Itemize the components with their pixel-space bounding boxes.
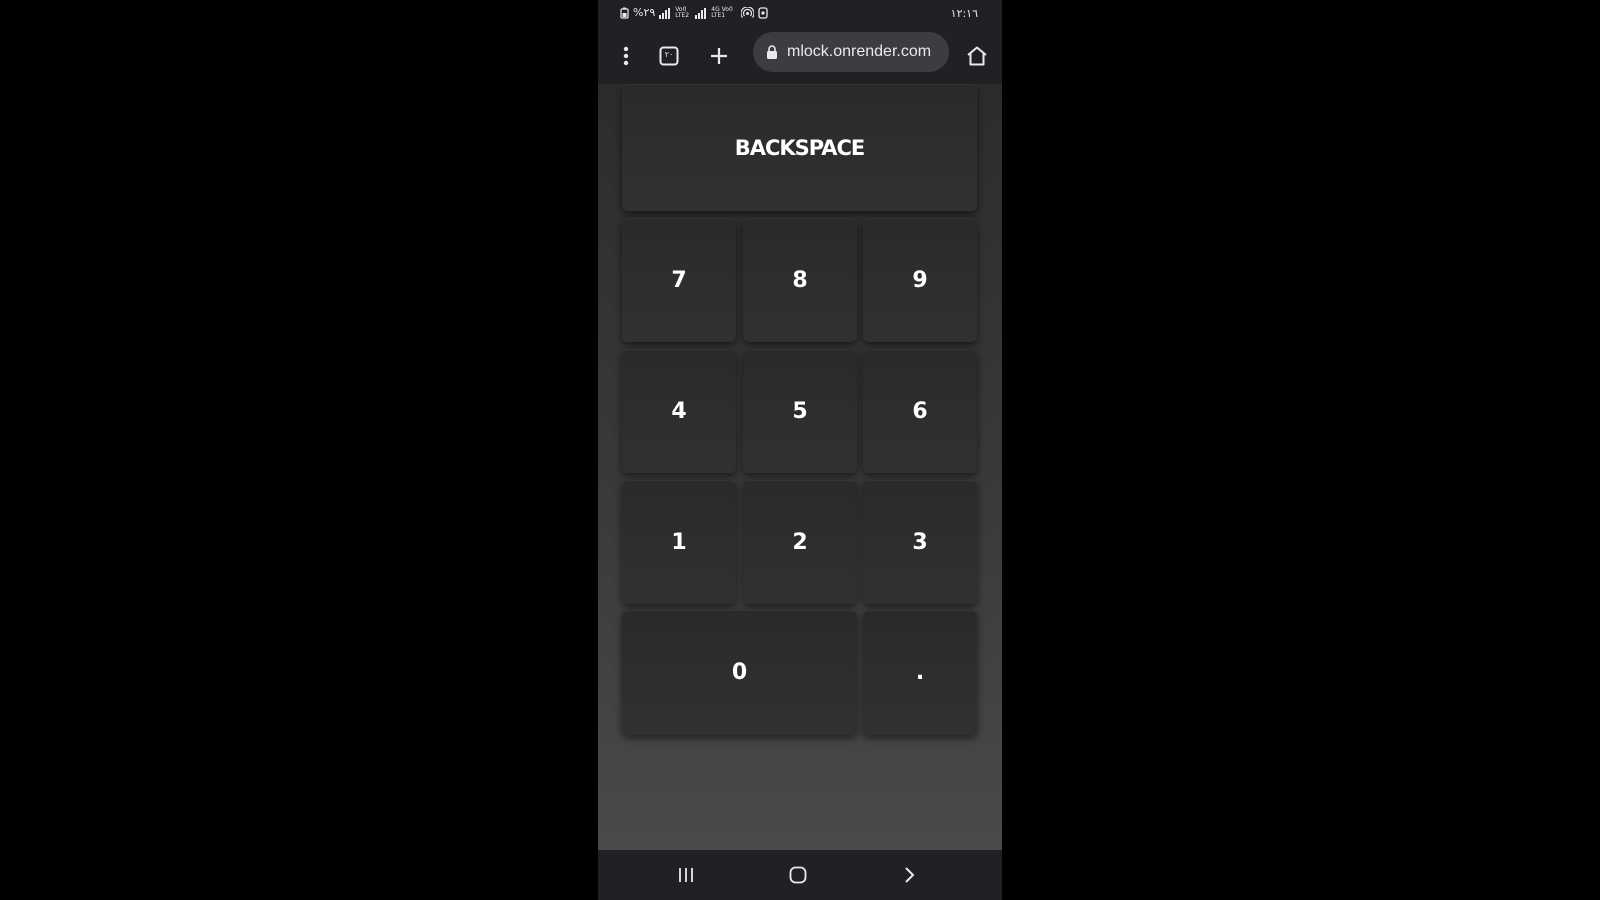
key-5[interactable]: 5 xyxy=(743,349,857,473)
key-4[interactable]: 4 xyxy=(622,349,736,473)
url-text: mlock.onrender.com xyxy=(787,43,932,60)
keypad-page: BACKSPACE 7 8 9 4 5 6 1 2 3 0 . xyxy=(598,84,1002,850)
battery-icon xyxy=(620,7,629,19)
more-vert-icon[interactable] xyxy=(610,40,642,72)
backspace-button[interactable]: BACKSPACE xyxy=(622,84,977,211)
signal-icon xyxy=(659,7,671,19)
hotspot-icon xyxy=(741,7,755,18)
tabs-icon: ٢٠ xyxy=(659,46,679,66)
tab-count: ٢٠ xyxy=(664,50,674,59)
key-3[interactable]: 3 xyxy=(863,480,977,604)
lock-icon xyxy=(766,45,782,59)
home-icon[interactable] xyxy=(961,40,993,72)
browser-toolbar: ٢٠ mlock.onrender.com xyxy=(598,28,1002,84)
home-circle-icon[interactable] xyxy=(783,862,813,888)
system-nav-bar xyxy=(598,850,1002,900)
phone-screen: %٢٩ Vo0 LTE2 4G Vo0 LTE1 ١٢:١٦ ٢٠ mlock.… xyxy=(598,0,1002,900)
network-label-1: 4G Vo0 LTE1 xyxy=(711,6,733,19)
key-2[interactable]: 2 xyxy=(743,480,857,604)
key-6[interactable]: 6 xyxy=(863,349,977,473)
key-1[interactable]: 1 xyxy=(622,480,736,604)
signal-icon xyxy=(695,7,707,19)
plus-icon[interactable] xyxy=(703,40,735,72)
notification-icon xyxy=(758,7,768,19)
key-8[interactable]: 8 xyxy=(743,218,857,342)
status-bar: %٢٩ Vo0 LTE2 4G Vo0 LTE1 ١٢:١٦ xyxy=(598,0,1002,28)
network-label-2: Vo0 LTE2 xyxy=(675,6,690,19)
clock: ١٢:١٦ xyxy=(950,7,978,20)
tabs-button[interactable]: ٢٠ xyxy=(653,40,685,72)
key-decimal[interactable]: . xyxy=(863,610,977,735)
recents-icon[interactable] xyxy=(671,862,701,888)
key-0[interactable]: 0 xyxy=(622,610,857,735)
key-9[interactable]: 9 xyxy=(863,218,977,342)
battery-percent: %٢٩ xyxy=(633,6,656,19)
status-icons: %٢٩ Vo0 LTE2 4G Vo0 LTE1 xyxy=(620,7,768,19)
back-chevron-icon[interactable] xyxy=(894,862,924,888)
key-7[interactable]: 7 xyxy=(622,218,736,342)
url-bar[interactable]: mlock.onrender.com xyxy=(753,32,949,72)
